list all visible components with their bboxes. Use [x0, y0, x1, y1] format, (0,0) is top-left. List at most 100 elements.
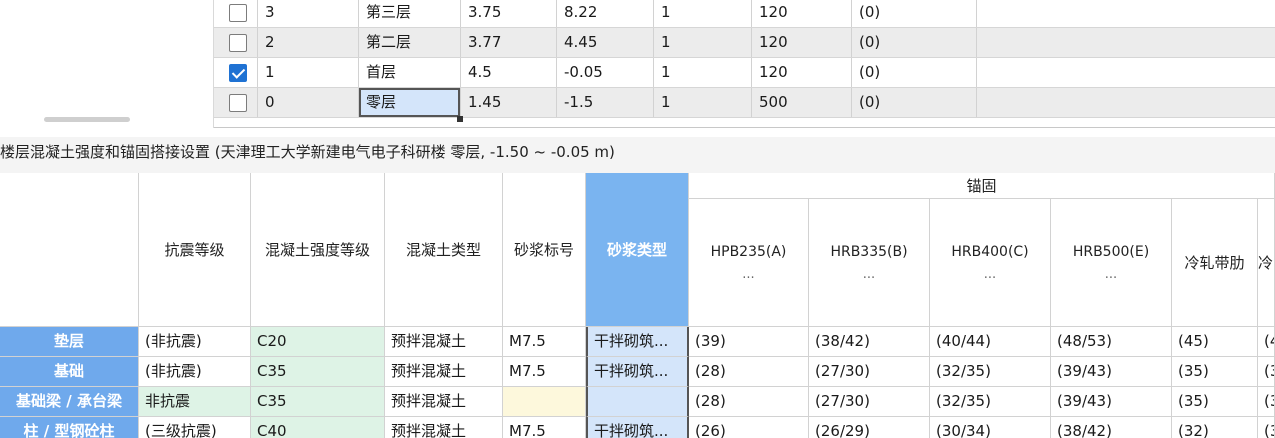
cell-hpb235[interactable]: (28): [689, 357, 809, 387]
cell-hpb235[interactable]: (28): [689, 387, 809, 417]
row-checkbox[interactable]: [229, 4, 247, 22]
cell-hrb400[interactable]: (40/44): [930, 327, 1051, 357]
cell-mortar-grade[interactable]: [503, 387, 586, 417]
cell-seismic[interactable]: (非抗震): [139, 357, 251, 387]
cell-cut-off[interactable]: (4: [1258, 327, 1275, 357]
table-row[interactable]: 0 零层 1.45 -1.5 1 500 (0): [214, 88, 1275, 118]
floor-height[interactable]: 3.75: [461, 0, 557, 27]
row-checkbox-cell[interactable]: [214, 0, 258, 27]
floor-note[interactable]: (0): [852, 28, 977, 57]
header-concrete-type[interactable]: 混凝土类型: [385, 173, 503, 327]
cell-seismic[interactable]: (三级抗震): [139, 417, 251, 438]
floor-count[interactable]: 1: [654, 0, 752, 27]
cell-concrete-type[interactable]: 预拌混凝土: [385, 387, 503, 417]
slab-thickness[interactable]: 500: [752, 88, 852, 117]
cell-cold-rolled[interactable]: (45): [1172, 327, 1258, 357]
cell-concrete-grade[interactable]: C35: [251, 387, 385, 417]
cell-hrb400[interactable]: (30/34): [930, 417, 1051, 438]
row-header-foundation[interactable]: 基础: [0, 357, 139, 387]
row-checkbox-cell[interactable]: [214, 88, 258, 117]
floor-height[interactable]: 1.45: [461, 88, 557, 117]
floor-base-elevation[interactable]: -0.05: [557, 58, 654, 87]
header-hrb335[interactable]: HRB335(B) ...: [809, 199, 930, 327]
cell-mortar-type[interactable]: 干拌砌筑...: [586, 417, 689, 438]
cell-hrb500[interactable]: (39/43): [1051, 387, 1172, 417]
cell-concrete-grade[interactable]: C20: [251, 327, 385, 357]
cell-hrb500[interactable]: (48/53): [1051, 327, 1172, 357]
slab-thickness[interactable]: 120: [752, 0, 852, 27]
floor-name[interactable]: 第三层: [359, 0, 461, 27]
header-anchorage-group[interactable]: 锚固: [689, 173, 1275, 199]
cell-hpb235[interactable]: (39): [689, 327, 809, 357]
floor-base-elevation[interactable]: 8.22: [557, 0, 654, 27]
header-concrete-grade[interactable]: 混凝土强度等级: [251, 173, 385, 327]
floor-count[interactable]: 1: [654, 58, 752, 87]
floor-note[interactable]: (0): [852, 0, 977, 27]
cell-cut-off[interactable]: (3: [1258, 417, 1275, 438]
floor-note[interactable]: (0): [852, 58, 977, 87]
cell-mortar-grade[interactable]: M7.5: [503, 327, 586, 357]
header-mortar-type[interactable]: 砂浆类型: [586, 173, 689, 327]
floor-name[interactable]: 第二层: [359, 28, 461, 57]
row-checkbox[interactable]: [229, 34, 247, 52]
cell-mortar-grade[interactable]: M7.5: [503, 357, 586, 387]
header-cold-rolled[interactable]: 冷轧带肋: [1172, 199, 1258, 327]
floor-name[interactable]: 首层: [359, 58, 461, 87]
cell-concrete-grade[interactable]: C40: [251, 417, 385, 438]
header-hrb400-more[interactable]: ...: [984, 264, 996, 286]
row-checkbox[interactable]: [229, 94, 247, 112]
floor-count[interactable]: 1: [654, 88, 752, 117]
cell-concrete-type[interactable]: 预拌混凝土: [385, 357, 503, 387]
floor-base-elevation[interactable]: -1.5: [557, 88, 654, 117]
header-hrb500-more[interactable]: ...: [1105, 264, 1117, 286]
row-header-foundation-beam[interactable]: 基础梁 / 承台梁: [0, 387, 139, 417]
cell-seismic[interactable]: (非抗震): [139, 327, 251, 357]
floor-name-selected[interactable]: 零层: [359, 88, 461, 117]
slab-thickness[interactable]: 120: [752, 28, 852, 57]
cell-cold-rolled[interactable]: (35): [1172, 387, 1258, 417]
cell-hrb500[interactable]: (38/42): [1051, 417, 1172, 438]
cell-mortar-type[interactable]: 干拌砌筑...: [586, 357, 689, 387]
floor-base-elevation[interactable]: 4.45: [557, 28, 654, 57]
cell-concrete-type[interactable]: 预拌混凝土: [385, 417, 503, 438]
cell-cut-off[interactable]: (3: [1258, 357, 1275, 387]
cell-concrete-type[interactable]: 预拌混凝土: [385, 327, 503, 357]
header-hpb235[interactable]: HPB235(A) ...: [689, 199, 809, 327]
cell-hrb500[interactable]: (39/43): [1051, 357, 1172, 387]
table-row[interactable]: 2 第二层 3.77 4.45 1 120 (0): [214, 28, 1275, 58]
cell-cold-rolled[interactable]: (35): [1172, 357, 1258, 387]
cell-hrb335[interactable]: (27/30): [809, 357, 930, 387]
row-checkbox-cell[interactable]: [214, 58, 258, 87]
header-hpb235-more[interactable]: ...: [742, 264, 754, 286]
header-hrb500[interactable]: HRB500(E) ...: [1051, 199, 1172, 327]
cell-mortar-grade[interactable]: M7.5: [503, 417, 586, 438]
table-row[interactable]: 1 首层 4.5 -0.05 1 120 (0): [214, 58, 1275, 88]
cell-concrete-grade[interactable]: C35: [251, 357, 385, 387]
header-hrb335-more[interactable]: ...: [863, 264, 875, 286]
table-row[interactable]: 3 第三层 3.75 8.22 1 120 (0): [214, 0, 1275, 28]
cell-hrb335[interactable]: (38/42): [809, 327, 930, 357]
floor-note[interactable]: (0): [852, 88, 977, 117]
horizontal-scrollbar[interactable]: [44, 117, 130, 122]
row-header-cushion[interactable]: 垫层: [0, 327, 139, 357]
floor-height[interactable]: 4.5: [461, 58, 557, 87]
selection-fill-handle[interactable]: [457, 116, 463, 122]
cell-hpb235[interactable]: (26): [689, 417, 809, 438]
cell-mortar-type[interactable]: [586, 387, 689, 417]
cell-hrb400[interactable]: (32/35): [930, 357, 1051, 387]
header-mortar-grade[interactable]: 砂浆标号: [503, 173, 586, 327]
cell-seismic[interactable]: 非抗震: [139, 387, 251, 417]
floor-count[interactable]: 1: [654, 28, 752, 57]
cell-hrb400[interactable]: (32/35): [930, 387, 1051, 417]
cell-hrb335[interactable]: (26/29): [809, 417, 930, 438]
cell-mortar-type[interactable]: 干拌砌筑...: [586, 327, 689, 357]
header-cut-off[interactable]: 冷: [1258, 199, 1275, 327]
row-header-column[interactable]: 柱 / 型钢砼柱: [0, 417, 139, 438]
cell-hrb335[interactable]: (27/30): [809, 387, 930, 417]
cell-cold-rolled[interactable]: (32): [1172, 417, 1258, 438]
header-seismic[interactable]: 抗震等级: [139, 173, 251, 327]
row-checkbox-checked[interactable]: [229, 64, 247, 82]
header-hrb400[interactable]: HRB400(C) ...: [930, 199, 1051, 327]
cell-cut-off[interactable]: (3: [1258, 387, 1275, 417]
slab-thickness[interactable]: 120: [752, 58, 852, 87]
